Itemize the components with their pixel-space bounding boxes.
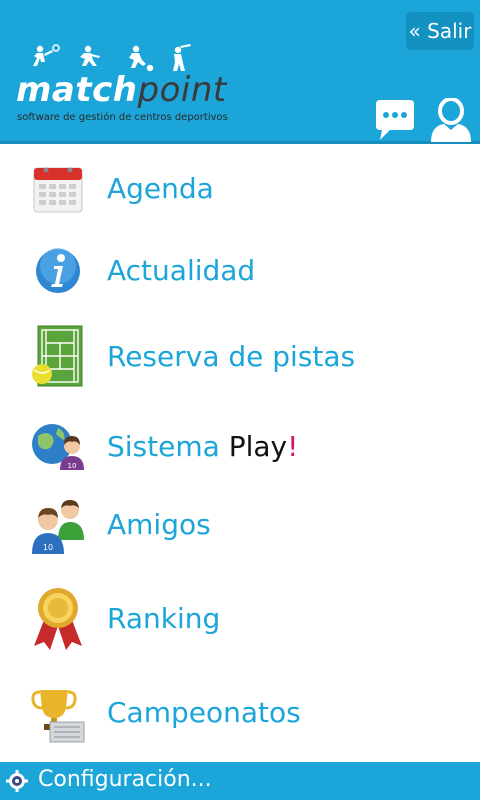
medal-icon xyxy=(34,588,82,650)
menu-item-ranking[interactable]: Ranking xyxy=(0,580,480,666)
svg-text:10: 10 xyxy=(43,543,53,552)
info-icon xyxy=(36,248,80,293)
user-profile-icon[interactable] xyxy=(428,98,474,142)
logo-point: point xyxy=(137,70,227,110)
menu-item-label: Amigos xyxy=(107,508,211,541)
calendar-icon xyxy=(33,167,83,213)
settings-label: Configuración... xyxy=(38,767,212,792)
logo: matchpoint xyxy=(16,70,227,114)
menu-item-campeonatos[interactable]: Campeonatos xyxy=(0,674,480,760)
menu-item-actualidad[interactable]: Actualidad xyxy=(0,228,480,314)
menu-item-label: Reserva de pistas xyxy=(107,340,356,373)
menu-item-reserva-pistas[interactable]: Reserva de pistas xyxy=(0,316,480,402)
gear-icon xyxy=(6,770,28,792)
logo-match: match xyxy=(16,70,138,110)
menu-item-label: Agenda xyxy=(107,172,214,205)
svg-text:10: 10 xyxy=(68,462,77,470)
label-sistema: Sistema xyxy=(107,430,229,463)
menu-item-sistema-play[interactable]: 10 Sistema Play! xyxy=(0,406,480,492)
label-exclamation: ! xyxy=(287,430,299,463)
menu-item-label: Ranking xyxy=(107,602,221,635)
app-header: « Salir matchpoint software de gestión d… xyxy=(0,0,480,144)
chat-icon[interactable] xyxy=(372,100,418,142)
menu-item-label: Sistema Play! xyxy=(107,430,298,463)
friends-icon: 10 xyxy=(32,500,84,554)
exit-button[interactable]: « Salir xyxy=(406,12,474,50)
tennis-court-icon xyxy=(32,325,83,387)
trophy-icon xyxy=(31,690,85,743)
logo-tagline: software de gestión de centros deportivo… xyxy=(17,112,228,123)
menu-item-amigos[interactable]: 10 Amigos xyxy=(0,488,480,574)
label-play: Play xyxy=(228,430,288,463)
globe-user-icon: 10 xyxy=(32,424,84,470)
menu-item-agenda[interactable]: Agenda xyxy=(0,146,480,232)
menu-item-label: Actualidad xyxy=(107,254,256,287)
settings-bar[interactable]: Configuración... xyxy=(0,762,480,800)
menu-item-label: Campeonatos xyxy=(107,696,301,729)
